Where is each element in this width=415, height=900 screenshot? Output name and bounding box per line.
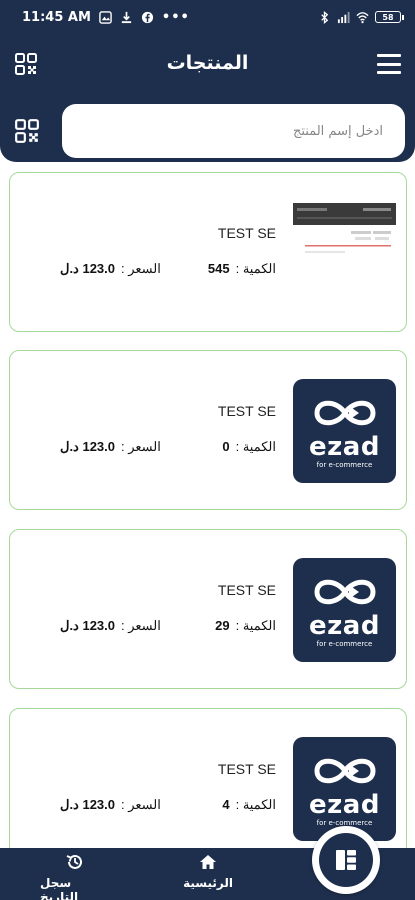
status-bar: 11:45 AM ••• 58: [0, 0, 415, 34]
battery-icon: 58: [375, 11, 404, 23]
price-label: السعر :: [121, 618, 161, 633]
wifi-icon: [356, 11, 369, 23]
logo-brand: ezad: [309, 610, 380, 641]
product-image: ezad for e-commerce: [293, 379, 396, 483]
price-label: السعر :: [121, 439, 161, 454]
product-quantity: الكمية : 4: [222, 797, 276, 813]
app-header: المنتجات: [0, 34, 415, 100]
product-quantity: الكمية : 0: [222, 439, 276, 455]
quantity-label: الكمية :: [235, 618, 276, 633]
ezad-logo: ezad for e-commerce: [293, 379, 396, 483]
quantity-value: 29: [215, 618, 230, 633]
product-name: TEST SE: [217, 761, 276, 777]
product-quantity: الكمية : 29: [215, 618, 276, 634]
infinity-arrow-icon: [313, 400, 376, 425]
infinity-arrow-icon: [313, 758, 376, 783]
product-name: TEST SE: [217, 225, 276, 241]
product-price: السعر : 123.0 د.ل: [60, 797, 161, 813]
product-price: السعر : 123.0 د.ل: [60, 439, 161, 455]
quantity-value: 545: [207, 261, 230, 276]
price-value: 123.0 د.ل: [60, 797, 116, 812]
status-time: 11:45 AM: [22, 9, 91, 25]
facebook-icon: [141, 11, 153, 23]
product-name: TEST SE: [217, 582, 276, 598]
product-card[interactable]: ezad for e-commerce TEST SE الكمية : 0 ا…: [9, 350, 407, 510]
nav-history-label: سجل التاريخ: [40, 876, 79, 900]
price-value: 123.0 د.ل: [60, 618, 116, 633]
more-notifications-icon: •••: [161, 9, 190, 25]
product-image: [293, 203, 396, 257]
ezad-logo: ezad for e-commerce: [293, 558, 396, 662]
fab-inner: [319, 833, 373, 887]
product-price: السعر : 123.0 د.ل: [60, 261, 161, 277]
quantity-label: الكمية :: [235, 797, 276, 812]
nav-history[interactable]: سجل التاريخ: [40, 852, 110, 900]
menu-bar-icon: [377, 71, 401, 74]
infinity-arrow-icon: [313, 579, 376, 604]
history-icon: [66, 854, 82, 869]
catalog-fab-button[interactable]: [312, 826, 380, 894]
product-name: TEST SE: [217, 403, 276, 419]
price-label: السعر :: [121, 261, 161, 276]
search-input[interactable]: [62, 104, 405, 158]
signal-icon: [337, 11, 350, 23]
logo-brand: ezad: [309, 789, 380, 820]
home-icon: [200, 855, 216, 869]
page-title: المنتجات: [166, 52, 249, 74]
quantity-label: الكمية :: [235, 261, 276, 276]
price-value: 123.0 د.ل: [60, 261, 116, 276]
quantity-value: 4: [222, 797, 230, 812]
logo-tagline: for e-commerce: [316, 460, 373, 469]
catalog-icon: [336, 850, 356, 870]
search-area: [0, 100, 415, 162]
download-icon: [121, 11, 132, 23]
scan-qr-icon[interactable]: [14, 118, 40, 144]
nav-home[interactable]: الرئيسية: [178, 852, 238, 890]
product-image: ezad for e-commerce: [293, 558, 396, 662]
logo-tagline: for e-commerce: [316, 639, 373, 648]
menu-bar-icon: [377, 54, 401, 57]
price-value: 123.0 د.ل: [60, 439, 116, 454]
menu-button[interactable]: [377, 54, 401, 74]
nav-home-label: الرئيسية: [183, 876, 233, 890]
quantity-value: 0: [222, 439, 230, 454]
battery-level: 58: [382, 12, 394, 22]
gallery-icon: [99, 10, 112, 24]
quantity-label: الكمية :: [235, 439, 276, 454]
product-card[interactable]: ezad for e-commerce TEST SE الكمية : 29 …: [9, 529, 407, 689]
logo-brand: ezad: [309, 431, 380, 462]
product-quantity: الكمية : 545: [208, 261, 276, 277]
product-screenshot-image: [293, 203, 396, 257]
product-card[interactable]: TEST SE الكمية : 545 السعر : 123.0 د.ل: [9, 172, 407, 332]
price-label: السعر :: [121, 797, 161, 812]
menu-bar-icon: [377, 62, 401, 66]
product-price: السعر : 123.0 د.ل: [60, 618, 161, 634]
bluetooth-icon: [321, 10, 329, 24]
